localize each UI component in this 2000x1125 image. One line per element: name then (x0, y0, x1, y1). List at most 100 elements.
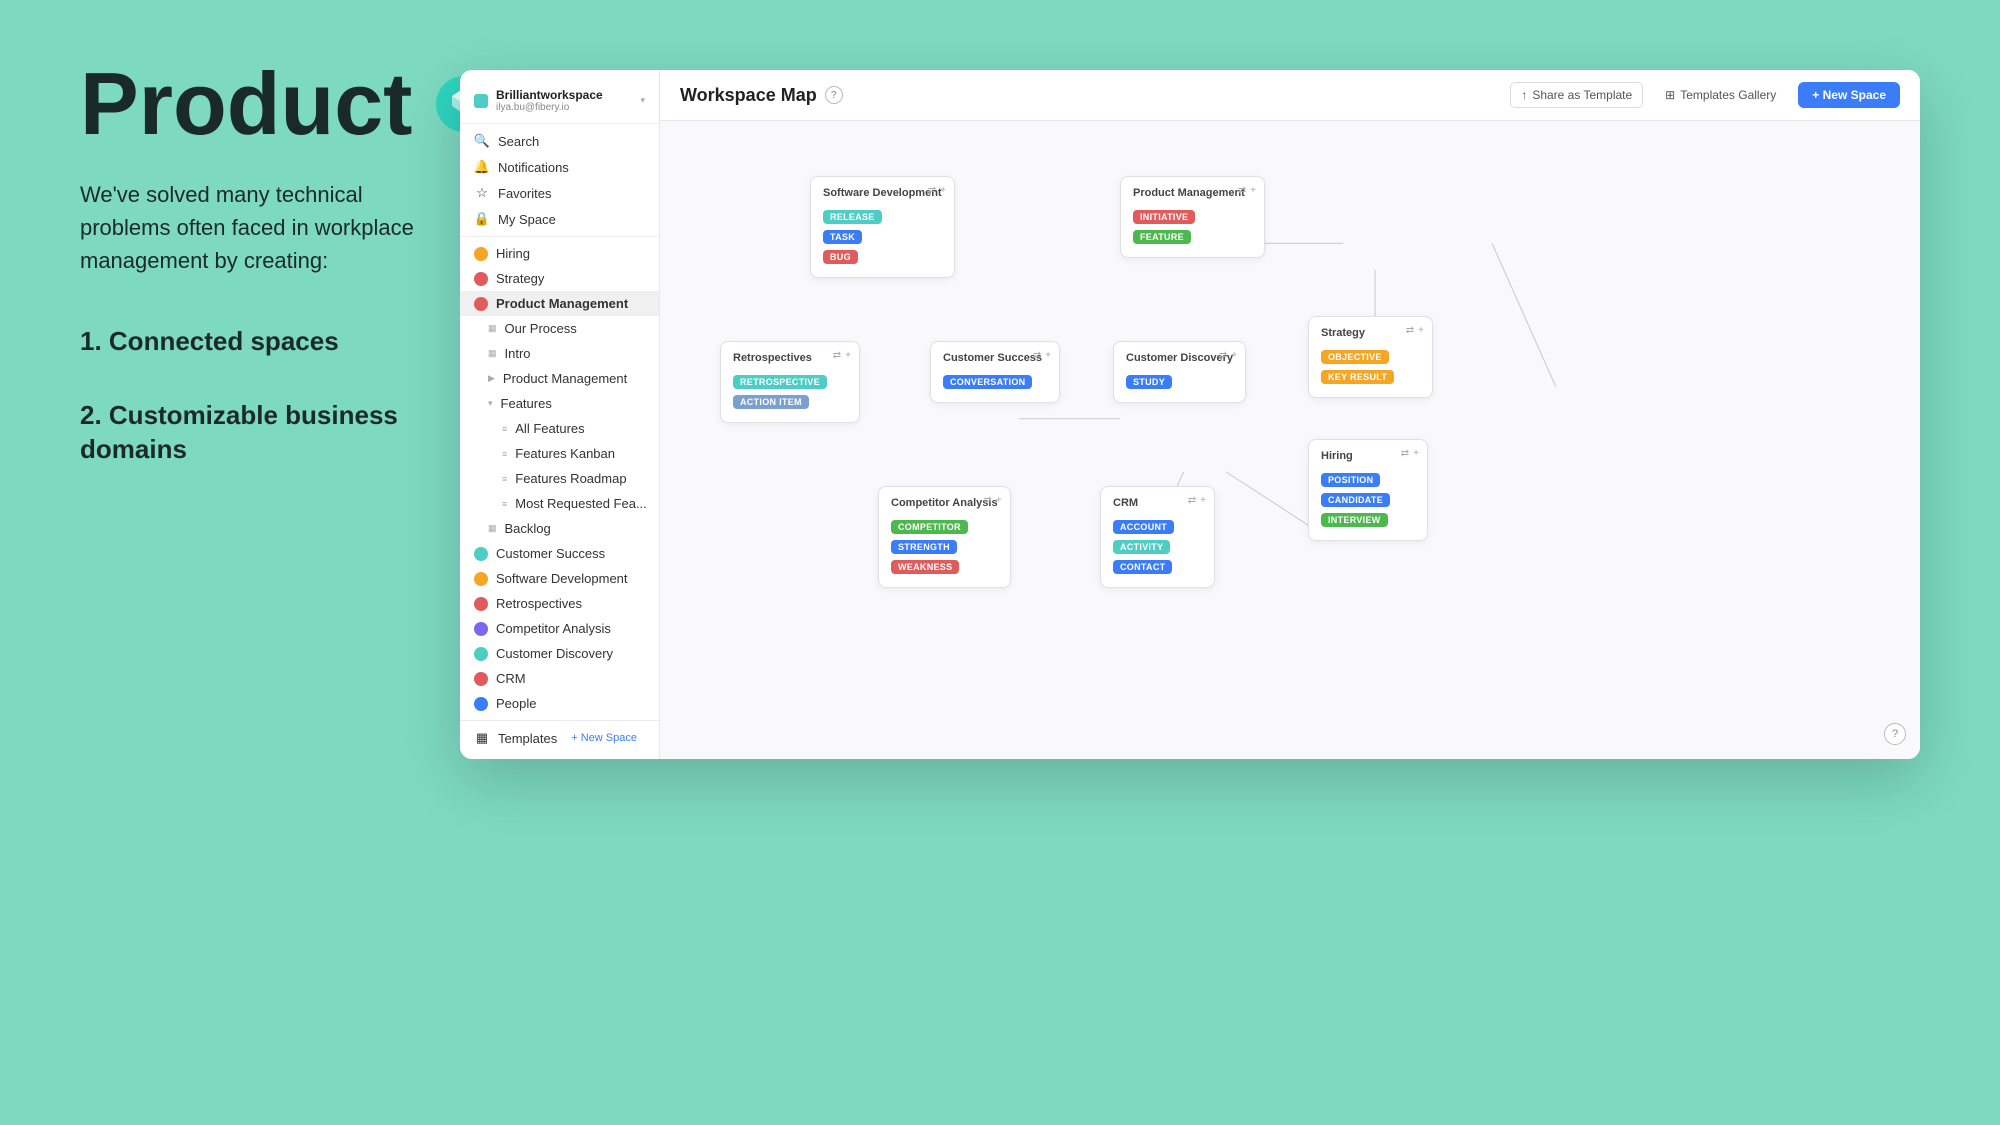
space-card-strategy[interactable]: ⇄ + Strategy OBJECTIVE KEY RESULT (1308, 316, 1433, 398)
sidebar-item-hiring[interactable]: Hiring (460, 241, 659, 266)
sidebar-software-dev[interactable]: Software Development (460, 566, 659, 591)
task-badge: TASK (823, 230, 862, 244)
settings-icon-retro[interactable]: ⇄ (833, 350, 841, 361)
product-mgmt-color-dot (474, 297, 488, 311)
brand-chevron: ▾ (640, 95, 645, 106)
space-card-controls-retro: ⇄ + (833, 350, 851, 361)
sidebar-templates[interactable]: ▦ Templates + New Space (460, 725, 659, 751)
hiring-color-dot (474, 247, 488, 261)
sidebar-competitor-analysis[interactable]: Competitor Analysis (460, 616, 659, 641)
space-card-customer-discovery[interactable]: ⇄ + Customer Discovery STUDY (1113, 341, 1246, 403)
space-card-software-dev[interactable]: ⇄ + Software Development RELEASE TASK BU… (810, 176, 955, 278)
map-canvas: ⇄ + Software Development RELEASE TASK BU… (660, 121, 1920, 759)
interview-badge: INTERVIEW (1321, 513, 1388, 527)
all-features-label: All Features (515, 421, 584, 436)
sidebar-search[interactable]: 🔍 Search (460, 128, 659, 154)
sidebar-features[interactable]: ▾ Features (460, 391, 659, 416)
sidebar-people[interactable]: People (460, 691, 659, 716)
space-card-retro[interactable]: ⇄ + Retrospectives RETROSPECTIVE ACTION … (720, 341, 860, 423)
map-help-icon[interactable]: ? (1884, 723, 1906, 745)
doc-icon: ▦ (488, 348, 497, 359)
templates-gallery-button[interactable]: ⊞ Templates Gallery (1655, 83, 1786, 107)
crm-color-dot (474, 672, 488, 686)
our-process-label: Our Process (505, 321, 577, 336)
new-space-link[interactable]: + New Space (571, 732, 637, 744)
brand-email: ilya.bu@fibery.io (496, 102, 603, 113)
space-card-competitor-analysis[interactable]: ⇄ + Competitor Analysis COMPETITOR STREN… (878, 486, 1011, 588)
hiring-label: Hiring (496, 246, 530, 261)
add-icon-strat[interactable]: + (1418, 325, 1424, 336)
add-icon-retro[interactable]: + (845, 350, 851, 361)
initiatives-label: Product Management (503, 371, 627, 386)
sidebar-features-kanban[interactable]: ≡ Features Kanban (460, 441, 659, 466)
sidebar-customer-success[interactable]: Customer Success (460, 541, 659, 566)
space-card-hiring[interactable]: ⇄ + Hiring POSITION CANDIDATE INTERVIEW (1308, 439, 1428, 541)
add-icon-crm[interactable]: + (1200, 495, 1206, 506)
add-icon-pm[interactable]: + (1250, 185, 1256, 196)
add-icon-hiring[interactable]: + (1413, 448, 1419, 459)
sidebar-crm[interactable]: CRM (460, 666, 659, 691)
add-icon-cs[interactable]: + (1045, 350, 1051, 361)
settings-icon-sd[interactable]: ⇄ (928, 185, 936, 196)
page-heading: Product (80, 60, 420, 148)
cs-color-dot (474, 547, 488, 561)
sidebar-retrospectives[interactable]: Retrospectives (460, 591, 659, 616)
activity-badge: ACTIVITY (1113, 540, 1170, 554)
app-body: Brilliantworkspace ilya.bu@fibery.io ▾ 🔍… (460, 70, 1920, 759)
sidebar-features-roadmap[interactable]: ≡ Features Roadmap (460, 466, 659, 491)
page-container: Product We've solved many technical prob… (0, 0, 2000, 1125)
sidebar-initiatives[interactable]: ▶ Product Management (460, 366, 659, 391)
search-icon: 🔍 (474, 133, 490, 149)
settings-icon-ca[interactable]: ⇄ (983, 495, 991, 506)
sidebar-my-space[interactable]: 🔒 My Space (460, 206, 659, 232)
sidebar-notifications[interactable]: 🔔 Notifications (460, 154, 659, 180)
star-icon: ☆ (474, 185, 490, 201)
left-panel: Product We've solved many technical prob… (80, 60, 460, 506)
sidebar-all-features[interactable]: ≡ All Features (460, 416, 659, 441)
settings-icon-crm[interactable]: ⇄ (1188, 495, 1196, 506)
app-window: Brilliantworkspace ilya.bu@fibery.io ▾ 🔍… (460, 70, 1920, 759)
sd-title: Software Development (823, 187, 942, 199)
share-label: Share as Template (1532, 88, 1632, 102)
features-kanban-label: Features Kanban (515, 446, 615, 461)
settings-icon-hiring[interactable]: ⇄ (1401, 448, 1409, 459)
sidebar-our-process[interactable]: ▦ Our Process (460, 316, 659, 341)
sidebar-backlog[interactable]: ▦ Backlog (460, 516, 659, 541)
help-icon[interactable]: ? (825, 86, 843, 104)
intro-label: Intro (505, 346, 531, 361)
space-card-product-mgmt[interactable]: ⇄ + Product Management INITIATIVE FEATUR… (1120, 176, 1265, 258)
space-card-customer-success[interactable]: ⇄ + Customer Success CONVERSATION (930, 341, 1060, 403)
ca-color-dot (474, 622, 488, 636)
add-icon-sd[interactable]: + (940, 185, 946, 196)
study-badge: STUDY (1126, 375, 1172, 389)
features-label: Features (501, 396, 552, 411)
share-template-button[interactable]: ↑ Share as Template (1510, 82, 1643, 108)
sidebar-favorites[interactable]: ☆ Favorites (460, 180, 659, 206)
settings-icon-cs[interactable]: ⇄ (1033, 350, 1041, 361)
sidebar-item-strategy[interactable]: Strategy (460, 266, 659, 291)
workspace-map-title: Workspace Map (680, 85, 817, 106)
strategy-label: Strategy (496, 271, 544, 286)
settings-icon-cd[interactable]: ⇄ (1219, 350, 1227, 361)
sidebar-customer-discovery[interactable]: Customer Discovery (460, 641, 659, 666)
space-card-crm[interactable]: ⇄ + CRM ACCOUNT ACTIVITY CONTACT (1100, 486, 1215, 588)
grid-icon: ▦ (488, 323, 497, 334)
add-icon-ca[interactable]: + (996, 495, 1002, 506)
sidebar-item-product-mgmt[interactable]: Product Management (460, 291, 659, 316)
product-mgmt-label: Product Management (496, 296, 628, 311)
add-icon-cd[interactable]: + (1231, 350, 1237, 361)
sd-color-dot (474, 572, 488, 586)
weakness-badge: WEAKNESS (891, 560, 959, 574)
sidebar-most-requested[interactable]: ≡ Most Requested Fea... (460, 491, 659, 516)
settings-icon-pm[interactable]: ⇄ (1238, 185, 1246, 196)
settings-icon-strat[interactable]: ⇄ (1406, 325, 1414, 336)
kanban-icon: ≡ (502, 449, 507, 459)
sidebar-intro[interactable]: ▦ Intro (460, 341, 659, 366)
space-card-controls-pm: ⇄ + (1238, 185, 1256, 196)
new-space-button[interactable]: + New Space (1798, 82, 1900, 108)
workspace-brand[interactable]: Brilliantworkspace ilya.bu@fibery.io ▾ (460, 78, 659, 124)
candidate-badge: CANDIDATE (1321, 493, 1390, 507)
brand-name: Brilliantworkspace (496, 88, 603, 102)
competitor-analysis-label: Competitor Analysis (496, 621, 611, 636)
backlog-label: Backlog (505, 521, 551, 536)
